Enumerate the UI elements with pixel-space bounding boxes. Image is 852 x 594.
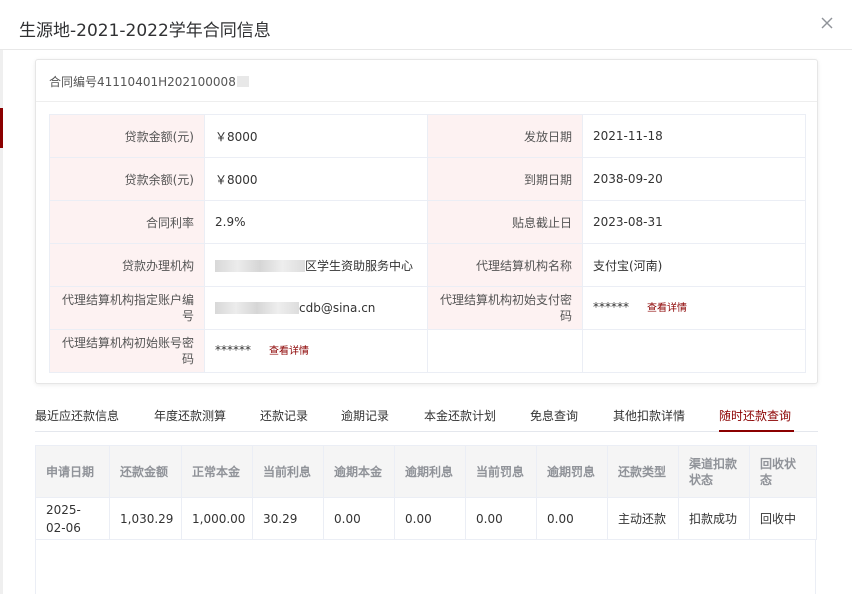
- column-header: 渠道扣款状态: [678, 445, 750, 498]
- normal-principal-cell: 1,000.00: [181, 497, 253, 540]
- info-row: 合同利率 2.9% 贴息截止日 2023-08-31: [49, 200, 806, 244]
- column-header: 正常本金: [181, 445, 253, 498]
- current-penalty-cell: 0.00: [465, 497, 537, 540]
- account-number-label: 代理结算机构指定账户编号: [49, 286, 205, 330]
- tab-repayment-records[interactable]: 还款记录: [260, 407, 308, 424]
- settlement-agency-value: 支付宝(河南): [582, 243, 806, 287]
- overdue-interest-cell: 0.00: [394, 497, 466, 540]
- card-header: 合同编号41110401H202100008: [36, 60, 817, 102]
- contract-info-card: 合同编号41110401H202100008 贷款金额(元) ￥8000 发放日…: [35, 59, 818, 384]
- column-header: 回收状态: [749, 445, 817, 498]
- loan-balance-value: ￥8000: [204, 157, 428, 201]
- issue-date-label: 发放日期: [427, 114, 583, 158]
- current-interest-cell: 30.29: [252, 497, 324, 540]
- apply-date-cell: 2025-02-06: [35, 497, 110, 540]
- column-header: 还款金额: [109, 445, 182, 498]
- initial-account-password-value: ******: [215, 343, 251, 357]
- subsidy-end-value: 2023-08-31: [582, 200, 806, 244]
- loan-balance-label: 贷款余额(元): [49, 157, 205, 201]
- empty-cell: [582, 329, 806, 373]
- info-row: 代理结算机构指定账户编号 cdb@sina.cn 代理结算机构初始支付密码 **…: [49, 286, 806, 330]
- contract-number-label: 合同编号: [49, 75, 98, 89]
- table-empty-area: [35, 540, 816, 594]
- contract-info-table: 贷款金额(元) ￥8000 发放日期 2021-11-18 贷款余额(元) ￥8…: [49, 114, 806, 373]
- loan-agency-cell: 区学生资助服务中心: [204, 243, 428, 287]
- close-icon-glyph: [821, 17, 833, 29]
- background-accent-mark: [0, 108, 3, 148]
- issue-date-value: 2021-11-18: [582, 114, 806, 158]
- info-row: 贷款余额(元) ￥8000 到期日期 2038-09-20: [49, 157, 806, 201]
- tab-principal-plan[interactable]: 本金还款计划: [424, 407, 496, 424]
- repay-type-cell: 主动还款: [607, 497, 679, 540]
- column-header: 逾期本金: [323, 445, 395, 498]
- info-row: 贷款金额(元) ￥8000 发放日期 2021-11-18: [49, 114, 806, 158]
- tab-anytime-repayment[interactable]: 随时还款查询: [719, 407, 791, 424]
- active-tab-indicator: [719, 430, 794, 432]
- column-header: 申请日期: [35, 445, 110, 498]
- overdue-penalty-cell: 0.00: [536, 497, 608, 540]
- subsidy-end-label: 贴息截止日: [427, 200, 583, 244]
- tab-annual-estimate[interactable]: 年度还款测算: [154, 407, 226, 424]
- redacted-blur: [215, 259, 305, 272]
- deduction-status-cell: 扣款成功: [678, 497, 750, 540]
- due-date-value: 2038-09-20: [582, 157, 806, 201]
- background-page-edge: [0, 0, 3, 594]
- redacted-blur: [215, 302, 299, 314]
- settlement-agency-label: 代理结算机构名称: [427, 243, 583, 287]
- repay-amount-cell: 1,030.29: [109, 497, 182, 540]
- view-pay-password-link[interactable]: 查看详情: [647, 303, 687, 314]
- column-header: 逾期罚息: [536, 445, 608, 498]
- loan-amount-label: 贷款金额(元): [49, 114, 205, 158]
- contract-rate-value: 2.9%: [204, 200, 428, 244]
- due-date-label: 到期日期: [427, 157, 583, 201]
- overdue-principal-cell: 0.00: [323, 497, 395, 540]
- repayment-table: 申请日期 还款金额 正常本金 当前利息 逾期本金 逾期利息 当前罚息 逾期罚息 …: [35, 445, 817, 540]
- dialog-title: 生源地-2021-2022学年合同信息: [19, 21, 271, 41]
- contract-number-value: 41110401H202100008: [97, 75, 236, 89]
- empty-cell: [427, 329, 583, 373]
- contract-rate-label: 合同利率: [49, 200, 205, 244]
- initial-pay-password-value: ******: [593, 300, 629, 314]
- redacted-blur: [236, 76, 249, 87]
- info-row: 代理结算机构初始账号密码 ****** 查看详情: [49, 329, 806, 373]
- account-number-cell: cdb@sina.cn: [204, 286, 428, 330]
- info-row: 贷款办理机构 区学生资助服务中心 代理结算机构名称 支付宝(河南): [49, 243, 806, 287]
- tab-bar: 最近应还款信息 年度还款测算 还款记录 逾期记录 本金还款计划 免息查询 其他扣…: [35, 400, 818, 432]
- loan-agency-value: 区学生资助服务中心: [305, 258, 414, 273]
- initial-pay-password-cell: ****** 查看详情: [582, 286, 806, 330]
- column-header: 当前利息: [252, 445, 324, 498]
- contract-number: 合同编号41110401H202100008: [49, 73, 249, 90]
- column-header: 当前罚息: [465, 445, 537, 498]
- column-header: 逾期利息: [394, 445, 466, 498]
- initial-account-password-label: 代理结算机构初始账号密码: [49, 329, 205, 373]
- loan-agency-label: 贷款办理机构: [49, 243, 205, 287]
- tab-recent-repayment[interactable]: 最近应还款信息: [35, 407, 119, 424]
- close-icon[interactable]: [818, 14, 836, 32]
- recovery-status-cell: 回收中: [749, 497, 817, 540]
- tab-interest-free[interactable]: 免息查询: [530, 407, 578, 424]
- initial-account-password-cell: ****** 查看详情: [204, 329, 428, 373]
- table-header-row: 申请日期 还款金额 正常本金 当前利息 逾期本金 逾期利息 当前罚息 逾期罚息 …: [35, 445, 817, 498]
- tab-overdue-records[interactable]: 逾期记录: [341, 407, 389, 424]
- table-row: 2025-02-06 1,030.29 1,000.00 30.29 0.00 …: [35, 497, 817, 540]
- loan-amount-value: ￥8000: [204, 114, 428, 158]
- account-number-value: cdb@sina.cn: [299, 301, 376, 315]
- column-header: 还款类型: [607, 445, 679, 498]
- initial-pay-password-label: 代理结算机构初始支付密码: [427, 286, 583, 330]
- view-account-password-link[interactable]: 查看详情: [269, 346, 309, 357]
- dialog-header: 生源地-2021-2022学年合同信息: [0, 0, 852, 50]
- tab-other-deductions[interactable]: 其他扣款详情: [613, 407, 685, 424]
